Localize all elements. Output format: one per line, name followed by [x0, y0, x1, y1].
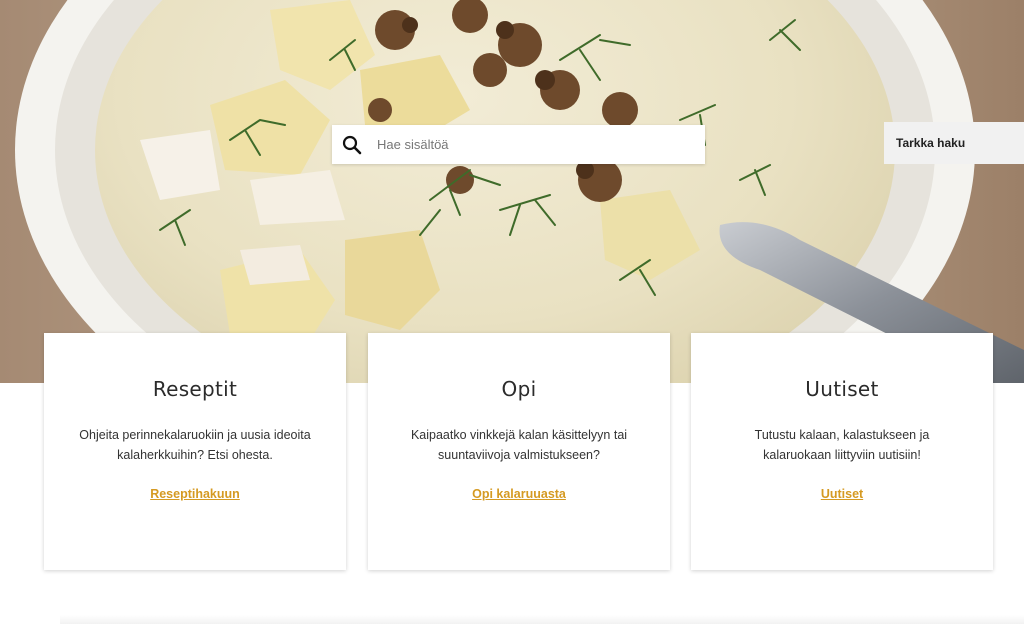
news-link[interactable]: Uutiset	[821, 487, 863, 501]
learn-link[interactable]: Opi kalaruuasta	[472, 487, 566, 501]
search-icon[interactable]	[342, 135, 362, 155]
card-learn: Opi Kaipaatko vinkkejä kalan käsittelyyn…	[368, 333, 670, 570]
card-recipes: Reseptit Ohjeita perinnekalaruokiin ja u…	[44, 333, 346, 570]
card-title: Opi	[501, 377, 537, 401]
card-description: Ohjeita perinnekalaruokiin ja uusia ideo…	[79, 428, 311, 462]
card-title: Reseptit	[152, 377, 238, 401]
section-divider	[60, 615, 1024, 624]
card-description: Kaipaatko vinkkejä kalan käsittelyyn tai…	[410, 428, 628, 462]
advanced-search-button[interactable]: Tarkka haku	[884, 122, 1024, 164]
card-news: Uutiset Tutustu kalaan, kalastukseen ja …	[691, 333, 993, 570]
search-input[interactable]	[375, 125, 705, 164]
card-title: Uutiset	[805, 377, 879, 401]
hero-image	[0, 0, 1024, 383]
search-bar	[332, 125, 705, 164]
card-description: Tutustu kalaan, kalastukseen ja kalaruok…	[754, 428, 930, 462]
recipe-search-link[interactable]: Reseptihakuun	[150, 487, 240, 501]
